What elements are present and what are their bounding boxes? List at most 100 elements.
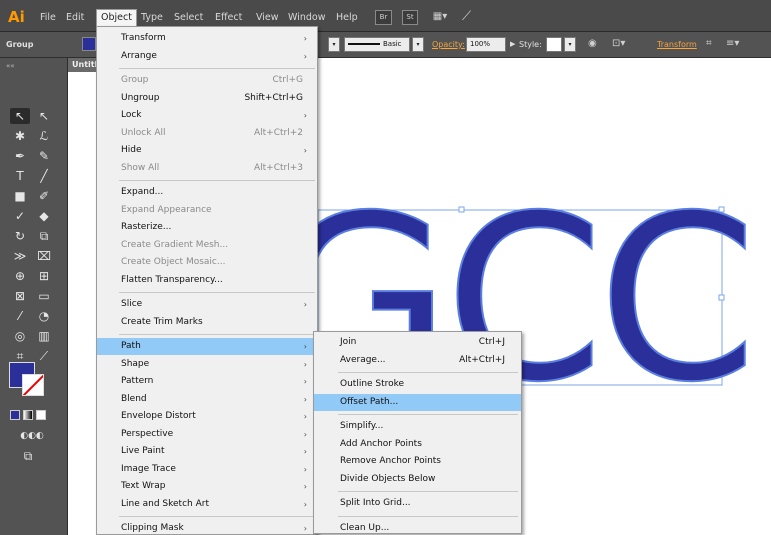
menu-item-label: Average... xyxy=(340,354,386,365)
path-menu-item-simplify[interactable]: Simplify... xyxy=(314,418,521,435)
object-menu-item-hide[interactable]: Hide › xyxy=(97,142,317,159)
menu-item-label: Lock xyxy=(121,110,142,120)
path-menu-item-average[interactable]: Average... Alt+Ctrl+J xyxy=(314,352,521,369)
chevron-right-icon: › xyxy=(303,34,307,43)
chevron-right-icon: › xyxy=(303,111,307,120)
chevron-right-icon: › xyxy=(303,300,307,309)
menu-item-label: Arrange xyxy=(121,50,157,61)
menu-item-label: Create Gradient Mesh... xyxy=(121,239,229,250)
path-menu-item-clean-up[interactable]: Clean Up... xyxy=(314,520,521,535)
path-menu-item-add-anchor-points[interactable]: Add Anchor Points xyxy=(314,436,521,453)
menu-separator xyxy=(338,372,518,373)
path-menu-item-offset-path[interactable]: Offset Path... xyxy=(314,393,521,411)
menu-item-label: Outline Stroke xyxy=(340,379,405,389)
menu-item-label: Group xyxy=(121,75,149,85)
path-menu-item-remove-anchor-points[interactable]: Remove Anchor Points xyxy=(314,453,521,470)
chevron-right-icon: › xyxy=(303,51,307,61)
chevron-right-icon: › xyxy=(303,499,307,509)
object-menu-item-image-trace[interactable]: Image Trace › xyxy=(97,461,317,478)
chevron-right-icon: › xyxy=(303,412,307,421)
menu-item-label: Expand Appearance xyxy=(121,204,212,215)
menu-item-label: Unlock All xyxy=(121,127,166,138)
object-menu-item-perspective[interactable]: Perspective › xyxy=(97,426,317,443)
menu-item-label: Create Trim Marks xyxy=(121,316,203,327)
path-menu-item-outline-stroke[interactable]: Outline Stroke xyxy=(314,376,521,393)
chevron-right-icon: › xyxy=(303,482,307,491)
object-menu-item-create-gradient-mesh[interactable]: Create Gradient Mesh... xyxy=(97,237,317,254)
path-menu-item-divide-objects-below[interactable]: Divide Objects Below xyxy=(314,471,521,488)
chevron-right-icon: › xyxy=(303,464,307,474)
menu-item-shortcut: Alt+Ctrl+2 xyxy=(253,127,303,138)
menu-item-label: Join xyxy=(340,337,357,347)
object-menu-item-create-trim-marks[interactable]: Create Trim Marks xyxy=(97,314,317,331)
object-menu-item-clipping-mask[interactable]: Clipping Mask › xyxy=(97,520,317,535)
object-menu: Transform › Arrange › Group Ctrl+G Ungroup Shif… xyxy=(96,26,318,535)
path-menu-item-join[interactable]: Join Ctrl+J xyxy=(314,334,521,351)
object-menu-item-path[interactable]: Path › xyxy=(97,338,317,355)
chevron-right-icon: › xyxy=(303,524,307,533)
menu-item-label: Remove Anchor Points xyxy=(340,456,441,466)
object-menu-item-text-wrap[interactable]: Text Wrap › xyxy=(97,478,317,495)
chevron-right-icon: › xyxy=(303,359,307,369)
menu-item-label: Envelope Distort xyxy=(121,411,196,421)
menu-item-label: Rasterize... xyxy=(121,222,172,232)
menu-item-label: Ungroup xyxy=(121,92,160,103)
object-menu-item-pattern[interactable]: Pattern › xyxy=(97,373,317,390)
menu-item-shortcut: Alt+Ctrl+3 xyxy=(253,162,303,173)
path-submenu: Join Ctrl+J Average... Alt+Ctrl+J Outline St… xyxy=(313,331,522,534)
object-menu-item-blend[interactable]: Blend › xyxy=(97,391,317,408)
object-menu-item-ungroup[interactable]: Ungroup Shift+Ctrl+G xyxy=(97,90,317,107)
menu-separator xyxy=(119,334,315,335)
menu-item-label: Text Wrap xyxy=(121,481,166,491)
object-menu-item-line-and-sketch-art[interactable]: Line and Sketch Art › xyxy=(97,496,317,513)
menu-item-label: Clean Up... xyxy=(340,522,390,533)
menu-separator xyxy=(338,491,518,492)
menu-item-label: Expand... xyxy=(121,187,164,197)
menu-item-label: Live Paint xyxy=(121,446,165,456)
menu-item-label: Divide Objects Below xyxy=(340,473,436,484)
menu-item-label: Add Anchor Points xyxy=(340,438,422,449)
menu-separator xyxy=(338,414,518,415)
path-menu-item-split-into-grid[interactable]: Split Into Grid... xyxy=(314,495,521,512)
menu-item-label: Blend xyxy=(121,393,147,404)
menu-item-label: Transform xyxy=(121,33,166,43)
object-menu-item-shape[interactable]: Shape › xyxy=(97,356,317,373)
menu-item-label: Line and Sketch Art xyxy=(121,498,209,509)
chevron-right-icon: › xyxy=(303,377,307,386)
object-menu-item-group[interactable]: Group Ctrl+G xyxy=(97,72,317,89)
menu-separator xyxy=(119,292,315,293)
object-menu-item-slice[interactable]: Slice › xyxy=(97,296,317,313)
chevron-right-icon: › xyxy=(303,146,307,155)
menu-item-label: Image Trace xyxy=(121,463,176,474)
menu-item-shortcut: Alt+Ctrl+J xyxy=(459,354,505,365)
menu-separator xyxy=(338,515,518,517)
menu-item-label: Shape xyxy=(121,358,150,369)
menu-item-label: Slice xyxy=(121,299,143,309)
chevron-right-icon: › xyxy=(303,447,307,456)
menu-item-label: Show All xyxy=(121,162,160,173)
menu-item-label: Simplify... xyxy=(340,421,384,431)
object-menu-item-create-object-mosaic[interactable]: Create Object Mosaic... xyxy=(97,254,317,271)
menu-item-label: Perspective xyxy=(121,428,174,439)
object-menu-item-expand[interactable]: Expand... xyxy=(97,184,317,201)
menu-separator xyxy=(119,68,315,69)
object-menu-item-rasterize[interactable]: Rasterize... xyxy=(97,219,317,236)
menu-item-shortcut: Shift+Ctrl+G xyxy=(244,92,303,103)
object-menu-item-live-paint[interactable]: Live Paint › xyxy=(97,443,317,460)
menu-separator xyxy=(119,516,315,517)
chevron-right-icon: › xyxy=(303,342,307,351)
menu-item-shortcut: Ctrl+J xyxy=(478,337,505,347)
object-menu-item-envelope-distort[interactable]: Envelope Distort › xyxy=(97,408,317,425)
chevron-right-icon: › xyxy=(303,429,307,439)
menu-item-label: Create Object Mosaic... xyxy=(121,257,226,267)
menu-item-label: Offset Path... xyxy=(340,396,399,407)
object-menu-item-transform[interactable]: Transform › xyxy=(97,30,317,47)
object-menu-item-flatten-transparency[interactable]: Flatten Transparency... xyxy=(97,272,317,289)
menu-item-label: Pattern xyxy=(121,376,154,386)
menu-item-shortcut: Ctrl+G xyxy=(272,75,303,85)
object-menu-item-unlock-all[interactable]: Unlock All Alt+Ctrl+2 xyxy=(97,125,317,142)
object-menu-item-expand-appearance[interactable]: Expand Appearance xyxy=(97,202,317,219)
object-menu-item-show-all[interactable]: Show All Alt+Ctrl+3 xyxy=(97,160,317,177)
object-menu-item-arrange[interactable]: Arrange › xyxy=(97,48,317,65)
object-menu-item-lock[interactable]: Lock › xyxy=(97,107,317,124)
